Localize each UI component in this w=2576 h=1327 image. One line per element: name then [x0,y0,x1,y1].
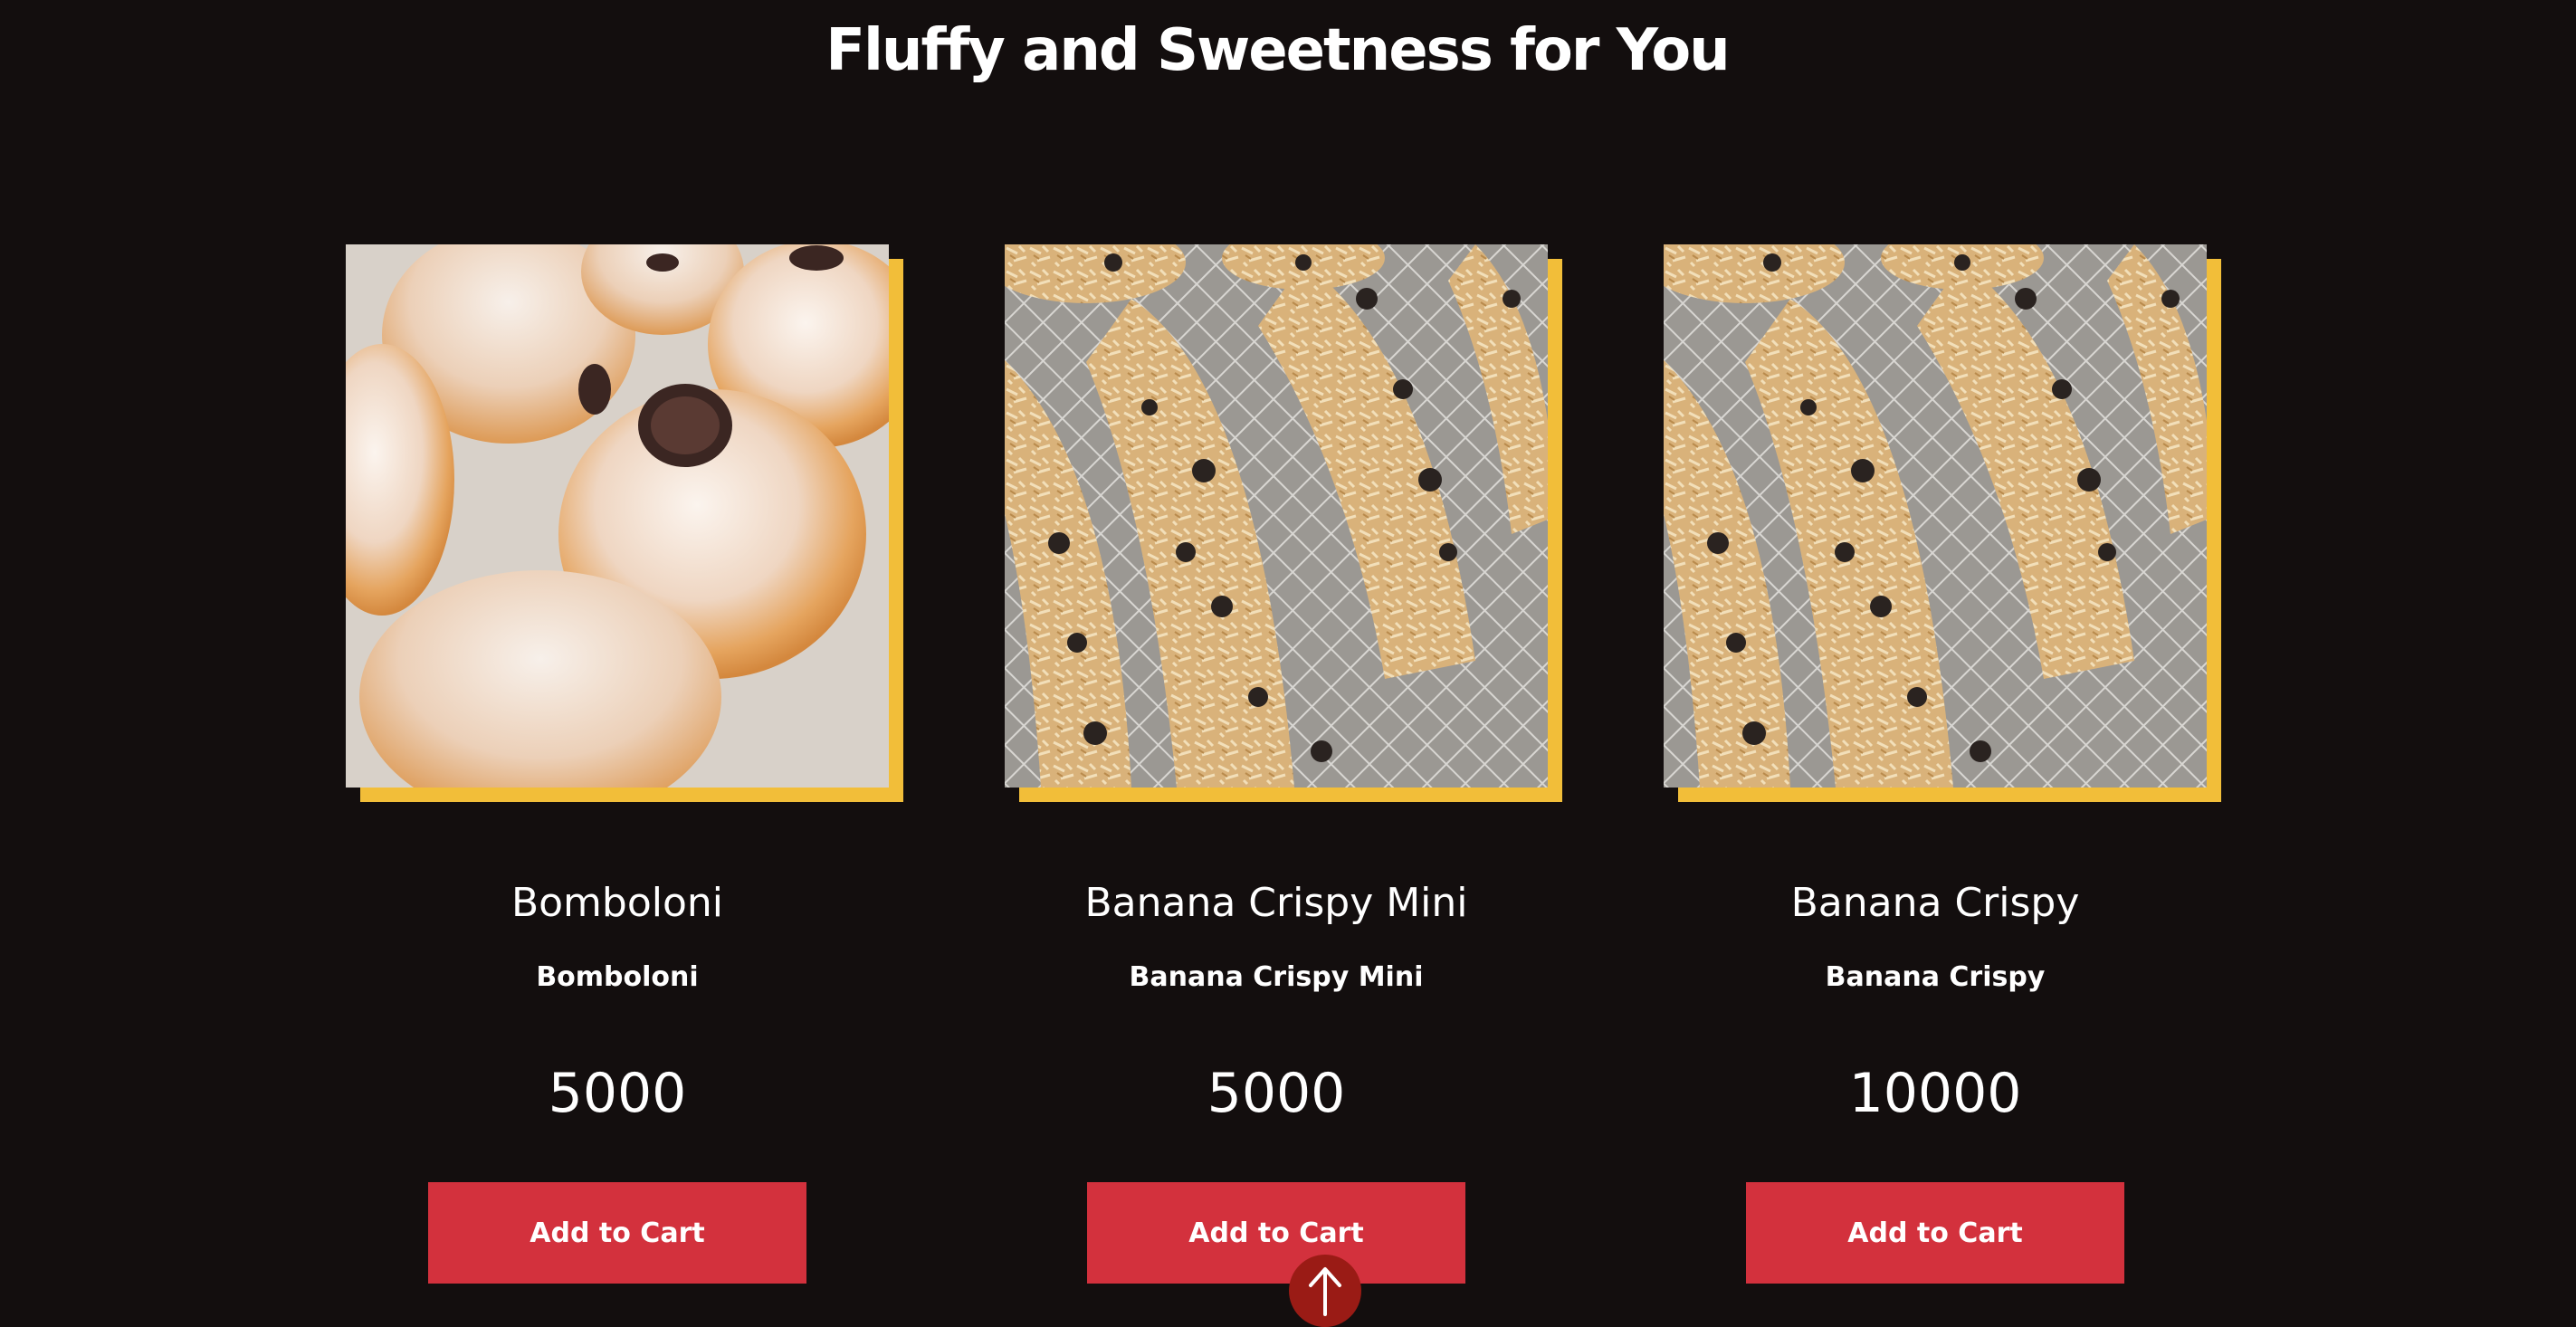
product-price: 5000 [1207,1062,1346,1125]
product-photo-frame [1664,244,2221,802]
back-to-top-button[interactable] [1289,1255,1361,1327]
product-name: Banana Crispy Mini [1084,880,1468,926]
product-card-banana-crispy-mini: Banana Crispy Mini Banana Crispy Mini 50… [1005,244,1564,1285]
product-price: 5000 [548,1062,687,1125]
add-to-cart-button[interactable]: Add to Cart [1087,1182,1465,1284]
product-description: Banana Crispy Mini [1129,961,1424,993]
page-title: Fluffy and Sweetness for You [825,17,1730,84]
product-photo-frame [1005,244,1562,802]
product-card-bomboloni: Bomboloni Bomboloni 5000 Add to Cart [346,244,905,1285]
add-to-cart-button[interactable]: Add to Cart [428,1182,806,1284]
product-photo-frame [346,244,903,802]
product-card-banana-crispy: Banana Crispy Banana Crispy 10000 Add to… [1664,244,2223,1285]
product-description: Bomboloni [536,961,699,993]
product-image-bomboloni[interactable] [346,244,889,788]
product-image-banana-crispy[interactable] [1664,244,2207,788]
product-image-banana-crispy-mini[interactable] [1005,244,1548,788]
product-name: Banana Crispy [1790,880,2080,926]
product-description: Banana Crispy [1825,961,2046,993]
product-price: 10000 [1848,1062,2022,1125]
product-name: Bomboloni [510,880,724,926]
add-to-cart-button[interactable]: Add to Cart [1746,1182,2124,1284]
arrow-up-icon [1289,1265,1361,1316]
